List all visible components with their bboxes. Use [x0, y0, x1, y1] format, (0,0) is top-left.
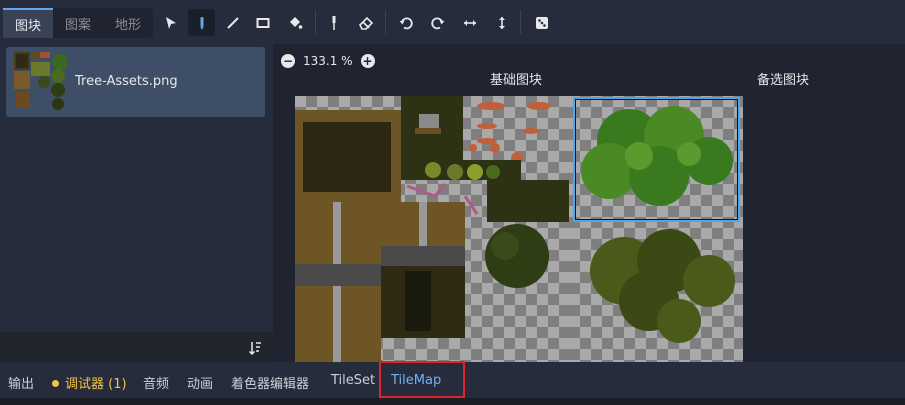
tilemap-toolbar: 图块 图案 地形: [0, 0, 905, 44]
atlas-tiles-image: [295, 96, 569, 362]
tile-atlas-viewer: − 133.1 % + 基础图块 备选图块: [273, 44, 905, 362]
atlas-source-list: Tree-Assets.png: [0, 44, 273, 356]
rotate-right-icon: [430, 17, 444, 29]
atlas-file-name: Tree-Assets.png: [75, 74, 178, 89]
tab-debugger[interactable]: 调试器 (1): [52, 373, 127, 392]
flip-h-icon: [463, 19, 476, 26]
alternative-tiles-atlas[interactable]: [569, 96, 743, 362]
zoom-controls: − 133.1 % +: [281, 52, 375, 70]
select-arrow-icon: [165, 16, 176, 29]
tilemap-highlight-box: [379, 361, 465, 398]
tab-audio[interactable]: 音频: [143, 373, 169, 392]
rect-tool-button[interactable]: [249, 9, 276, 36]
flip-v-button[interactable]: [488, 9, 515, 36]
select-tool-button[interactable]: [157, 9, 184, 36]
rotate-left-button[interactable]: [392, 9, 419, 36]
tab-debugger-label: 调试器 (1): [65, 377, 127, 392]
bucket-tool-button[interactable]: [281, 9, 308, 36]
picker-tool-button[interactable]: [320, 9, 347, 36]
alternative-tiles-title: 备选图块: [757, 73, 810, 88]
mode-tabs: 图块 图案 地形: [3, 8, 154, 38]
toolbar-separator: [315, 10, 316, 34]
random-dice-icon: [535, 16, 548, 29]
eraser-tool-button[interactable]: [352, 9, 379, 36]
atlas-thumbnail-icon: [14, 52, 68, 110]
warning-dot-icon: [52, 380, 59, 387]
status-strip: [0, 398, 905, 405]
paint-pencil-icon: [200, 16, 203, 30]
bucket-fill-icon: [289, 16, 302, 29]
sort-icon: [248, 342, 261, 356]
tab-terrains[interactable]: 地形: [103, 8, 153, 38]
tile-border: [575, 99, 738, 220]
toolbar-separator: [385, 10, 386, 34]
random-tile-button[interactable]: [528, 9, 555, 36]
zoom-level: 133.1 %: [303, 54, 353, 68]
sort-button[interactable]: [246, 338, 264, 358]
tab-tileset[interactable]: TileSet: [331, 373, 375, 388]
rotate-right-button[interactable]: [424, 9, 451, 36]
picker-icon: [332, 15, 335, 30]
rotate-left-icon: [399, 17, 413, 29]
tab-shader-editor[interactable]: 着色器编辑器: [231, 373, 309, 392]
tab-tiles[interactable]: 图块: [3, 8, 54, 38]
flip-h-button[interactable]: [456, 9, 483, 36]
zoom-out-button[interactable]: −: [281, 54, 295, 68]
line-icon: [226, 16, 239, 29]
flip-v-icon: [498, 16, 505, 29]
rect-icon: [256, 17, 269, 28]
eraser-icon: [358, 16, 373, 30]
list-item-atlas-source[interactable]: Tree-Assets.png: [6, 47, 265, 117]
tab-animation[interactable]: 动画: [187, 373, 213, 392]
tab-patterns[interactable]: 图案: [53, 8, 103, 38]
line-tool-button[interactable]: [219, 9, 246, 36]
paint-tool-button[interactable]: [188, 9, 215, 36]
base-tiles-atlas[interactable]: [295, 96, 569, 362]
toolbar-separator: [520, 10, 521, 34]
tab-output[interactable]: 输出: [8, 373, 34, 392]
zoom-in-button[interactable]: +: [360, 54, 375, 68]
base-tiles-title: 基础图块: [490, 73, 543, 88]
